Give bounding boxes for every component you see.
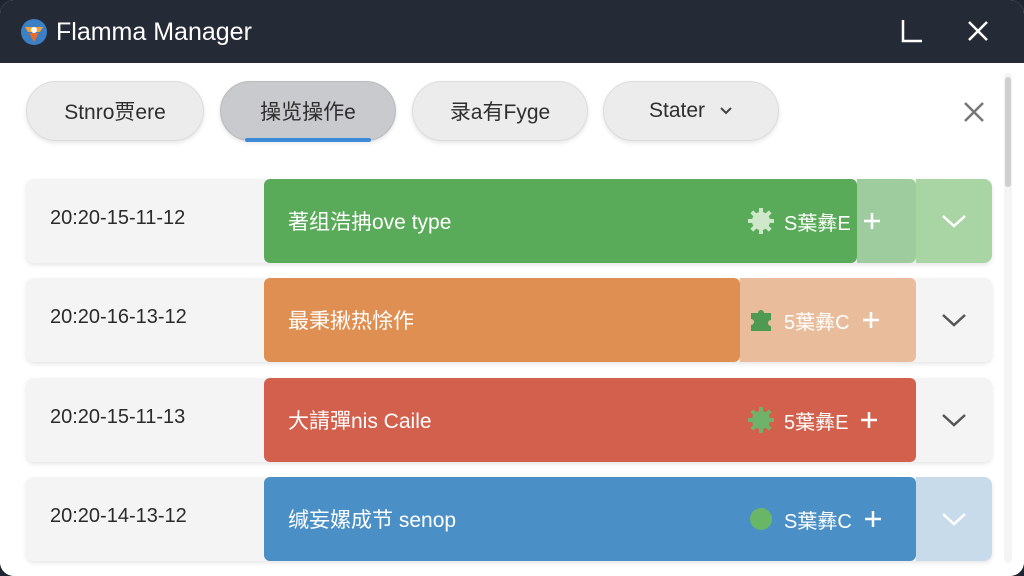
task-date: 20:20-15-11-12: [50, 207, 186, 229]
filter-chip-label: Stater: [648, 99, 706, 122]
expand-row-button[interactable]: [916, 278, 992, 362]
plus-icon[interactable]: [862, 311, 880, 329]
filter-chip-1[interactable]: Stnro贾еre: [26, 81, 204, 141]
plus-icon[interactable]: [864, 510, 882, 528]
task-label: 缄妄嫘成节 senop: [288, 509, 457, 532]
task-row[interactable]: 20:20-15-11-13 大請彈nis Caile 5葉彝E: [26, 378, 992, 462]
app-window: Flamma Manager Stnro贾еre 操览操作e 录a有Fyge S…: [0, 0, 1024, 576]
title-bar: Flamma Manager: [0, 0, 1024, 63]
task-row[interactable]: 20:20-15-11-12 著组浩抩ove type S葉彝E: [26, 179, 992, 263]
expand-row-button[interactable]: [916, 477, 992, 561]
app-logo-icon: [21, 19, 47, 45]
filter-chip-3[interactable]: 录a有Fyge: [412, 81, 588, 141]
task-label: 最秉揪热悇作: [288, 310, 414, 333]
task-badge-label: 5葉彝C: [784, 311, 850, 334]
plus-icon[interactable]: [860, 411, 878, 429]
task-date: 20:20-14-13-12: [50, 505, 187, 527]
task-badge-label: 5葉彝E: [784, 411, 849, 434]
chevron-down-icon: [942, 314, 966, 327]
task-badge-label: S葉彝E: [784, 212, 851, 235]
status-dropdown[interactable]: Stater: [603, 81, 779, 141]
filter-chip-label: 录a有Fyge: [449, 101, 551, 124]
chevron-down-icon: [942, 414, 966, 427]
task-row[interactable]: 20:20-14-13-12 缄妄嫘成节 senop S葉彝C: [26, 477, 992, 561]
task-date: 20:20-16-13-12: [50, 306, 187, 328]
task-badge: S葉彝C: [746, 477, 882, 561]
main-panel: Stnro贾еre 操览操作e 录a有Fyge Stater 20:20-15-…: [0, 63, 1024, 576]
active-tab-underline: [245, 138, 371, 142]
task-badge: 5葉彝C: [746, 278, 880, 362]
close-window-icon[interactable]: [964, 17, 992, 45]
gear-icon: [748, 407, 774, 433]
task-badge: S葉彝E: [746, 179, 881, 263]
minimize-icon[interactable]: [898, 17, 926, 45]
filter-chip-label: Stnro贾еre: [64, 101, 166, 124]
task-row[interactable]: 20:20-16-13-12 最秉揪热悇作 5葉彝C: [26, 278, 992, 362]
task-date: 20:20-15-11-13: [50, 406, 186, 428]
filter-chip-label: 操览操作e: [260, 101, 356, 124]
chevron-down-icon: [720, 107, 732, 115]
gear-icon: [748, 208, 774, 234]
task-label: 著组浩抩ove type: [288, 211, 452, 234]
chevron-down-icon: [942, 215, 966, 228]
close-icon[interactable]: [962, 100, 986, 124]
expand-row-button[interactable]: [916, 179, 992, 263]
puzzle-icon: [751, 310, 771, 331]
plus-icon[interactable]: [863, 212, 881, 230]
app-title: Flamma Manager: [56, 18, 252, 46]
task-badge-label: S葉彝C: [784, 510, 852, 533]
task-badge: 5葉彝E: [746, 378, 878, 462]
task-label: 大請彈nis Caile: [288, 410, 432, 433]
expand-row-button[interactable]: [916, 378, 992, 462]
circle-icon: [750, 508, 772, 530]
chevron-down-icon: [942, 513, 966, 526]
task-status-bar[interactable]: 最秉揪热悇作: [264, 278, 740, 362]
scrollbar-thumb[interactable]: [1005, 77, 1011, 187]
filter-chip-2-active[interactable]: 操览操作e: [220, 81, 396, 142]
